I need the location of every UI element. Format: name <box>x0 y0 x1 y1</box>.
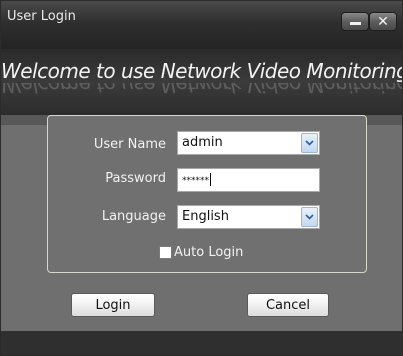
language-dropdown-button[interactable] <box>301 207 318 227</box>
password-value: ****** <box>182 173 211 186</box>
chevron-down-icon <box>305 140 314 146</box>
language-select[interactable]: English <box>177 205 320 229</box>
minimize-button[interactable] <box>341 12 369 31</box>
password-label: Password <box>105 171 166 186</box>
banner-title: Welcome to use Network Video Monitoring … <box>1 59 403 83</box>
text-caret <box>210 173 211 186</box>
banner-title-reflection: Welcome to use Network Video Monitoring … <box>1 83 402 97</box>
welcome-banner: Welcome to use Network Video Monitoring … <box>1 49 402 115</box>
close-button[interactable]: ✕ <box>369 12 397 31</box>
username-value: admin <box>182 135 223 150</box>
username-dropdown-button[interactable] <box>301 133 318 153</box>
title-bar[interactable]: User Login ✕ <box>1 1 402 49</box>
auto-login-checkbox[interactable] <box>159 246 172 259</box>
language-label: Language <box>101 209 166 224</box>
auto-login-option[interactable]: Auto Login <box>159 245 243 260</box>
language-value: English <box>182 209 229 224</box>
close-icon: ✕ <box>377 13 389 30</box>
password-field[interactable]: ****** <box>177 168 320 192</box>
footer-band <box>1 331 402 355</box>
chevron-down-icon <box>305 214 314 220</box>
username-combobox[interactable]: admin <box>177 131 320 155</box>
login-button[interactable]: Login <box>71 293 155 317</box>
minimize-icon <box>349 21 361 25</box>
username-label: User Name <box>93 137 166 152</box>
login-window: User Login ✕ Welcome to use Network Vide… <box>0 0 403 356</box>
window-title: User Login <box>7 9 76 24</box>
cancel-button[interactable]: Cancel <box>247 293 329 317</box>
auto-login-label[interactable]: Auto Login <box>174 245 243 260</box>
